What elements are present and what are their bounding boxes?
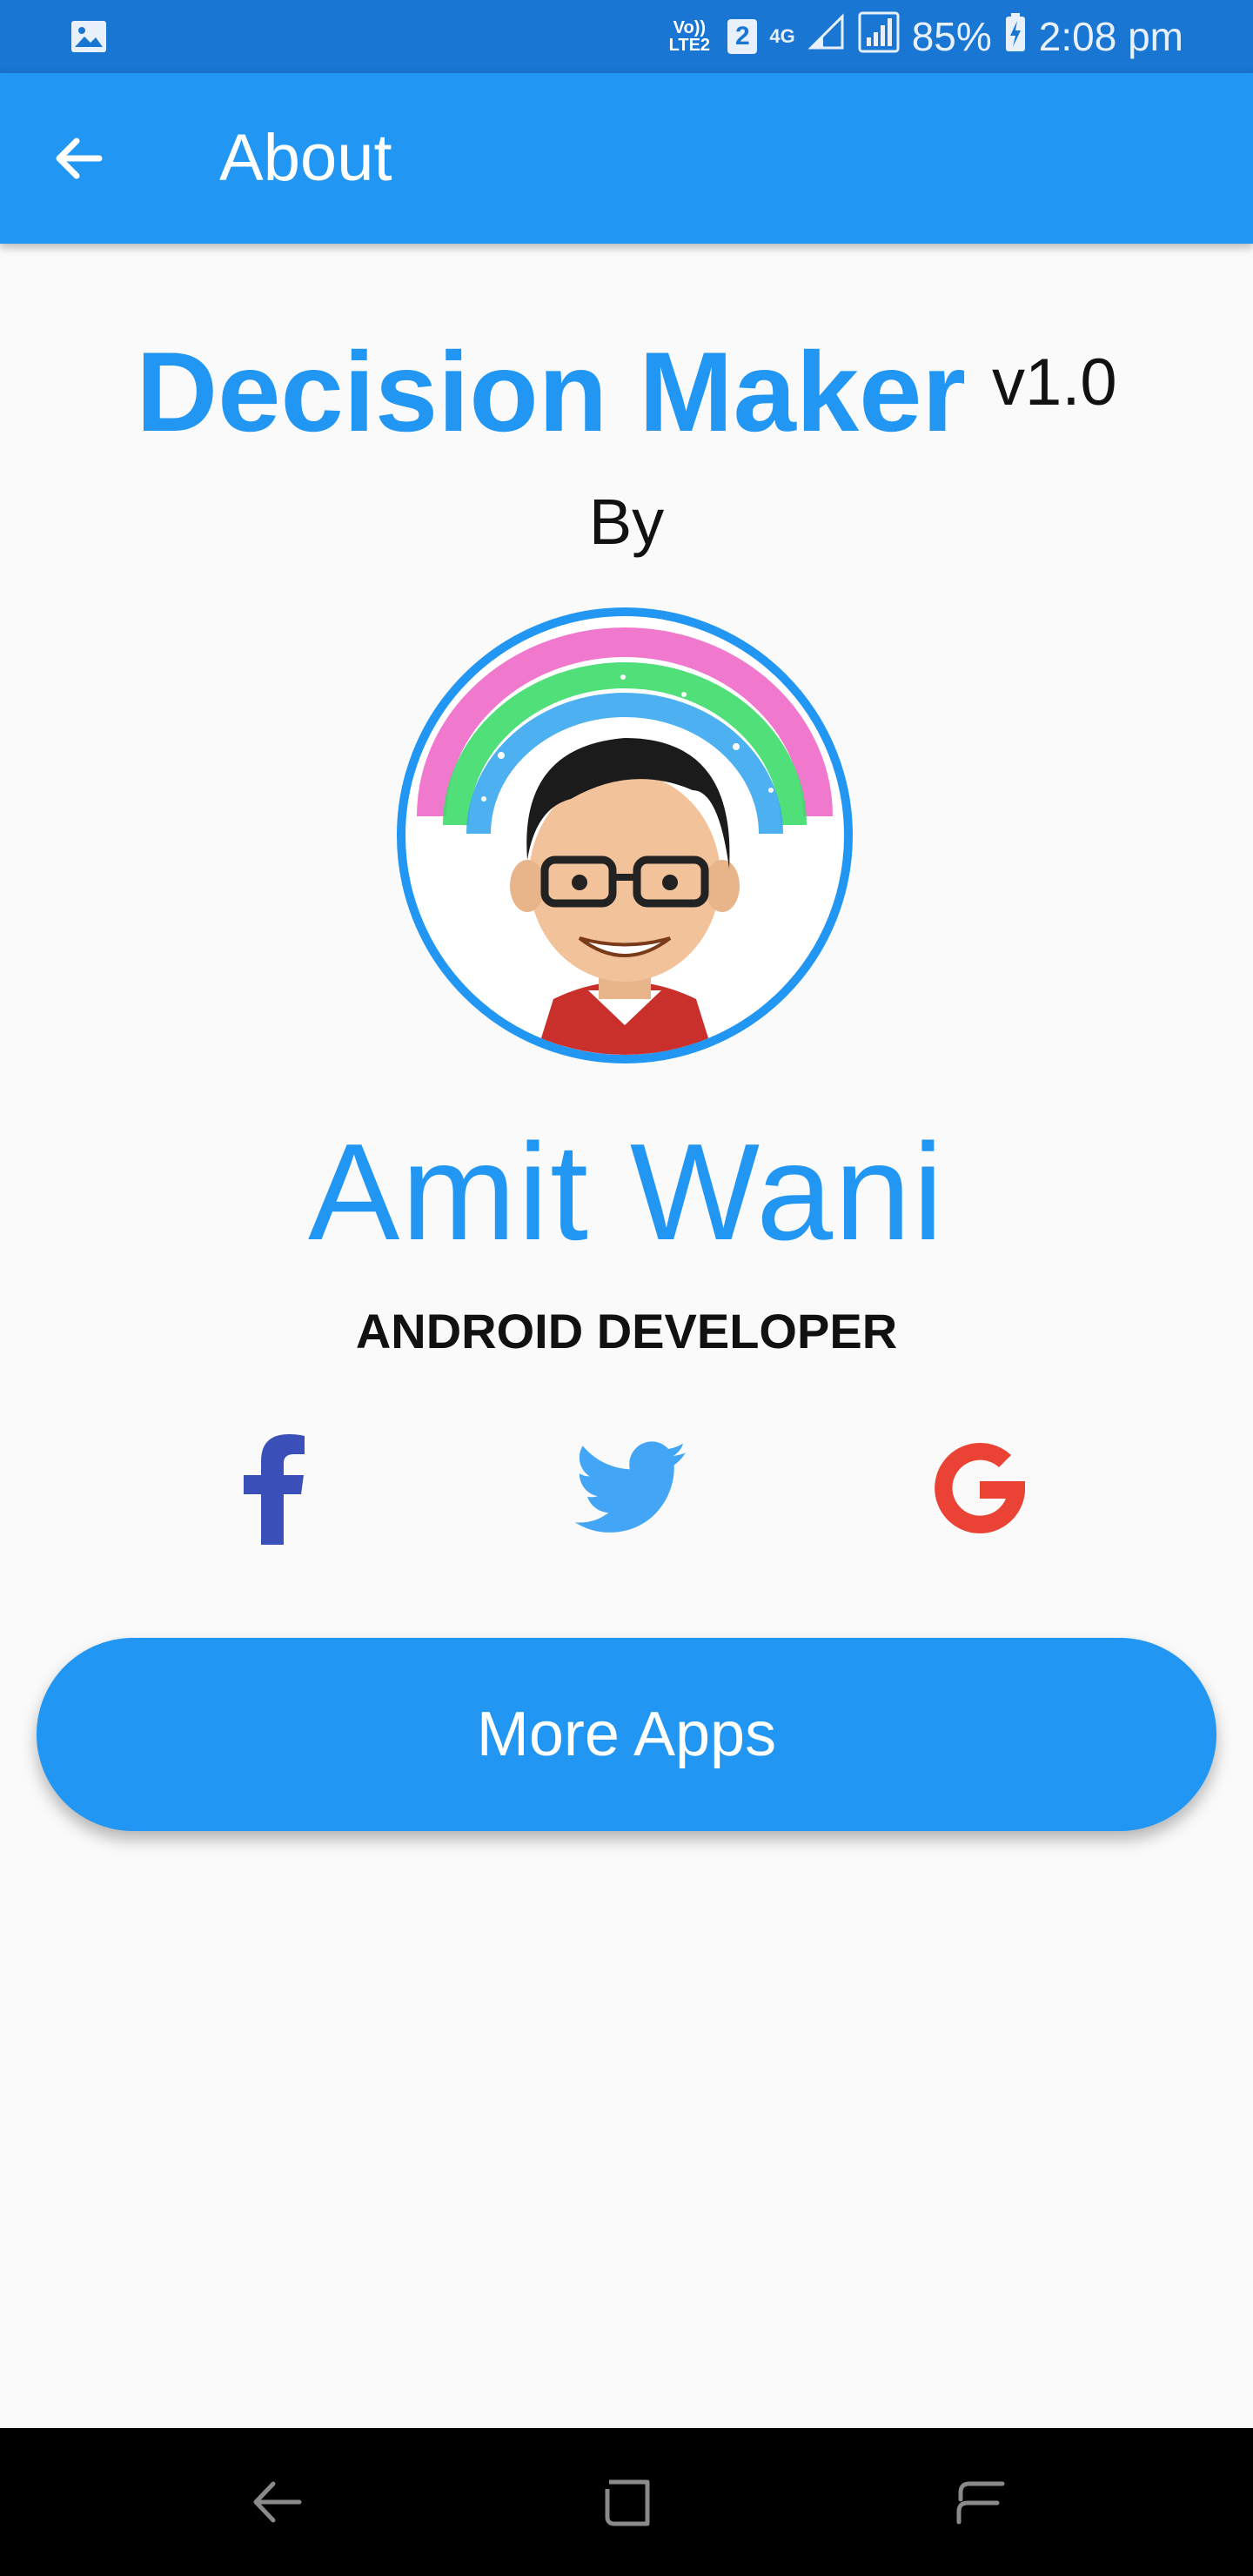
page-title: About	[219, 121, 392, 195]
battery-charging-icon	[1004, 12, 1027, 62]
avatar-illustration	[417, 627, 833, 1055]
battery-percent: 85%	[911, 14, 992, 59]
network-type: 4G	[769, 25, 795, 47]
by-label: By	[588, 486, 665, 558]
arrow-back-icon	[56, 138, 103, 179]
about-content: Decision Maker v1.0 By Amit Wani ANDROID…	[0, 244, 1253, 2428]
more-apps-button[interactable]: More Apps	[37, 1638, 1216, 1831]
twitter-icon	[575, 1441, 687, 1533]
nav-home-button[interactable]	[588, 2463, 667, 2541]
app-name: Decision Maker	[136, 328, 967, 455]
gallery-notification-icon	[70, 17, 108, 56]
volte-indicator: Vo)) LTE2	[668, 18, 711, 55]
navigation-bar	[0, 2428, 1253, 2576]
facebook-button[interactable]	[214, 1427, 336, 1549]
nav-back-button[interactable]	[238, 2463, 317, 2541]
developer-name: Amit Wani	[307, 1116, 945, 1269]
twitter-button[interactable]	[571, 1427, 693, 1549]
signal-strong-icon	[858, 11, 900, 63]
status-indicators: Vo)) LTE2 2 4G 85% 2:08 pm	[663, 9, 1183, 64]
back-button[interactable]	[44, 124, 113, 193]
facebook-icon	[244, 1434, 305, 1545]
developer-role: ANDROID DEVELOPER	[355, 1304, 898, 1358]
app-bar: About	[0, 73, 1253, 244]
nav-back-icon	[253, 2481, 302, 2523]
nav-home-icon	[605, 2479, 650, 2526]
clock: 2:08 pm	[1038, 14, 1183, 59]
sim-badge: 2	[727, 19, 758, 54]
app-title-row: Decision Maker v1.0	[0, 322, 1253, 461]
developer-avatar	[397, 607, 853, 1063]
signal-weak-icon	[807, 12, 846, 61]
google-icon	[935, 1442, 1025, 1533]
status-bar: Vo)) LTE2 2 4G 85% 2:08 pm	[0, 0, 1253, 73]
app-version: v1.0	[992, 345, 1117, 419]
nav-recents-icon	[956, 2481, 1005, 2525]
social-links	[0, 1427, 1253, 1549]
nav-recents-button[interactable]	[938, 2463, 1016, 2541]
google-button[interactable]	[919, 1427, 1041, 1549]
